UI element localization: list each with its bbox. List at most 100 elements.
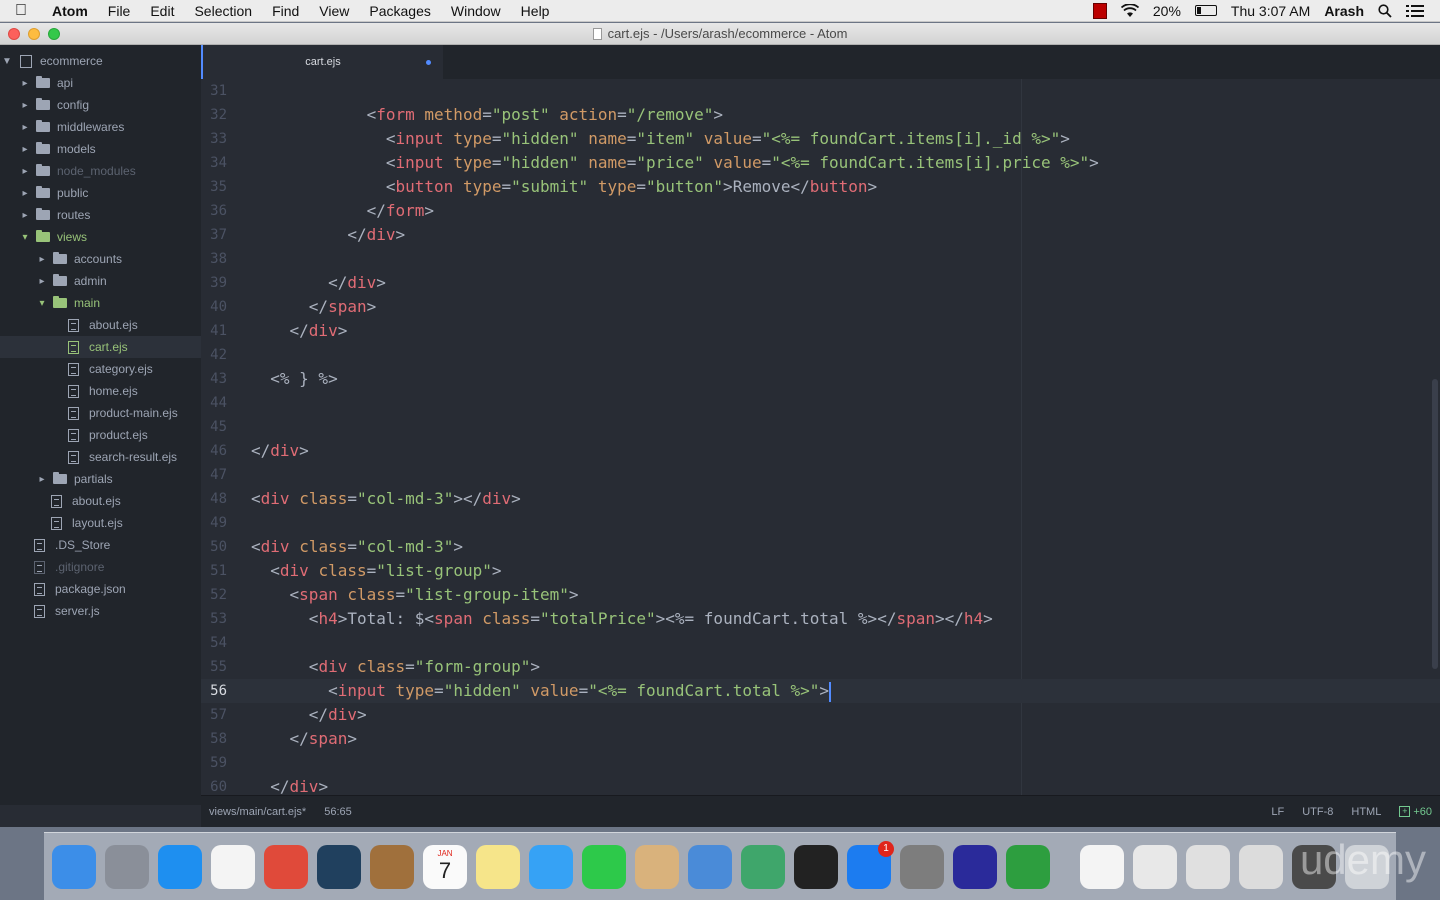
launchpad-icon[interactable] <box>105 844 149 889</box>
code-line[interactable]: 55 <div class="form-group"> <box>201 655 1440 679</box>
code-line[interactable]: 54 <box>201 631 1440 655</box>
code-line[interactable]: 58 </span> <box>201 727 1440 751</box>
tree-file[interactable]: product-main.ejs <box>0 402 201 424</box>
line-number[interactable]: 49 <box>201 511 227 535</box>
battery-icon[interactable] <box>1194 5 1217 16</box>
tree-folder[interactable]: ▸ accounts <box>0 248 201 270</box>
line-number[interactable]: 37 <box>201 223 227 247</box>
line-number[interactable]: 59 <box>201 751 227 775</box>
safari-icon[interactable] <box>158 844 202 889</box>
window-close-button[interactable] <box>8 28 20 40</box>
notification-center-icon[interactable] <box>1406 4 1424 17</box>
tree-file[interactable]: home.ejs <box>0 380 201 402</box>
keynote-icon[interactable] <box>688 844 732 889</box>
window-minimize-button[interactable] <box>28 28 40 40</box>
line-number[interactable]: 48 <box>201 487 227 511</box>
line-number[interactable]: 45 <box>201 415 227 439</box>
code-line[interactable]: 39 </div> <box>201 271 1440 295</box>
keyboard-icon[interactable] <box>1239 844 1283 889</box>
screenshot-icon[interactable] <box>1133 844 1177 889</box>
tree-root[interactable]: ▼ ecommerce <box>0 50 201 72</box>
tree-folder[interactable]: ▸ partials <box>0 468 201 490</box>
quicktime-icon[interactable] <box>317 844 361 889</box>
code-editor[interactable]: 31 32 <form method="post" action="/remove… <box>201 79 1440 795</box>
menu-edit[interactable]: Edit <box>140 3 184 19</box>
line-number[interactable]: 38 <box>201 247 227 271</box>
code-line[interactable]: 49 <box>201 511 1440 535</box>
line-number[interactable]: 57 <box>201 703 227 727</box>
code-line[interactable]: 32 <form method="post" action="/remove"> <box>201 103 1440 127</box>
line-number[interactable]: 54 <box>201 631 227 655</box>
line-number[interactable]: 44 <box>201 391 227 415</box>
tree-file[interactable]: search-result.ejs <box>0 446 201 468</box>
tree-file[interactable]: package.json <box>0 578 201 600</box>
chrome-icon[interactable] <box>264 844 308 889</box>
code-line[interactable]: 35 <button type="submit" type="button">R… <box>201 175 1440 199</box>
finder-icon[interactable] <box>52 844 96 889</box>
menu-packages[interactable]: Packages <box>359 3 440 19</box>
code-line[interactable]: 47 <box>201 463 1440 487</box>
line-number[interactable]: 42 <box>201 343 227 367</box>
atom-icon[interactable] <box>741 844 785 889</box>
code-line[interactable]: 51 <div class="list-group"> <box>201 559 1440 583</box>
tree-folder[interactable]: ▸ routes <box>0 204 201 226</box>
line-number[interactable]: 52 <box>201 583 227 607</box>
menu-app-name[interactable]: Atom <box>42 3 98 19</box>
tree-folder[interactable]: ▾ views <box>0 226 201 248</box>
code-line[interactable]: 45 <box>201 415 1440 439</box>
code-line[interactable]: 43 <% } %> <box>201 367 1440 391</box>
notes-icon[interactable] <box>476 844 520 889</box>
tree-file[interactable]: cart.ejs <box>0 336 201 358</box>
tree-file[interactable]: .DS_Store <box>0 534 201 556</box>
line-number[interactable]: 53 <box>201 607 227 631</box>
apple-icon[interactable]:  <box>0 2 42 20</box>
audacity-icon[interactable] <box>953 844 997 889</box>
line-number[interactable]: 58 <box>201 727 227 751</box>
tree-file[interactable]: about.ejs <box>0 314 201 336</box>
tree-file[interactable]: product.ejs <box>0 424 201 446</box>
code-line[interactable]: 56 <input type="hidden" value="<%= found… <box>201 679 1440 703</box>
line-number[interactable]: 32 <box>201 103 227 127</box>
wifi-icon[interactable] <box>1120 3 1139 18</box>
status-file-path[interactable]: views/main/cart.ejs* <box>209 806 306 818</box>
tree-folder[interactable]: ▸ config <box>0 94 201 116</box>
status-grammar[interactable]: HTML <box>1351 806 1381 818</box>
facetime-icon[interactable] <box>582 844 626 889</box>
code-line[interactable]: 57 </div> <box>201 703 1440 727</box>
line-number[interactable]: 34 <box>201 151 227 175</box>
line-number[interactable]: 51 <box>201 559 227 583</box>
calendar-icon[interactable]: JAN 7 <box>423 844 467 889</box>
status-encoding[interactable]: UTF-8 <box>1302 806 1333 818</box>
code-line[interactable]: 36 </form> <box>201 199 1440 223</box>
line-number[interactable]: 31 <box>201 79 227 103</box>
app-grid-icon[interactable] <box>211 844 255 889</box>
recording-icon[interactable] <box>1092 2 1107 19</box>
camtasia-icon[interactable] <box>1006 844 1050 889</box>
menu-view[interactable]: View <box>309 3 359 19</box>
line-number[interactable]: 39 <box>201 271 227 295</box>
messages-icon[interactable] <box>529 844 573 889</box>
code-line[interactable]: 38 <box>201 247 1440 271</box>
line-number[interactable]: 60 <box>201 775 227 795</box>
chrome-download-icon[interactable] <box>1186 844 1230 889</box>
code-line[interactable]: 33 <input type="hidden" name="item" valu… <box>201 127 1440 151</box>
code-line[interactable]: 59 <box>201 751 1440 775</box>
code-line[interactable]: 42 <box>201 343 1440 367</box>
code-line[interactable]: 37 </div> <box>201 223 1440 247</box>
code-line[interactable]: 50 <div class="col-md-3"> <box>201 535 1440 559</box>
menu-selection[interactable]: Selection <box>184 3 262 19</box>
tree-folder[interactable]: ▸ admin <box>0 270 201 292</box>
code-line[interactable]: 31 <box>201 79 1440 103</box>
line-number[interactable]: 36 <box>201 199 227 223</box>
tree-folder[interactable]: ▸ middlewares <box>0 116 201 138</box>
menu-find[interactable]: Find <box>262 3 309 19</box>
tree-file[interactable]: category.ejs <box>0 358 201 380</box>
preview-icon[interactable] <box>635 844 679 889</box>
line-number[interactable]: 50 <box>201 535 227 559</box>
code-line[interactable]: 34 <input type="hidden" name="price" val… <box>201 151 1440 175</box>
terminal-icon[interactable] <box>794 844 838 889</box>
system-preferences-icon[interactable] <box>900 844 944 889</box>
tree-folder[interactable]: ▸ models <box>0 138 201 160</box>
app-store-icon[interactable]: 1 <box>847 840 894 889</box>
line-number[interactable]: 43 <box>201 367 227 391</box>
